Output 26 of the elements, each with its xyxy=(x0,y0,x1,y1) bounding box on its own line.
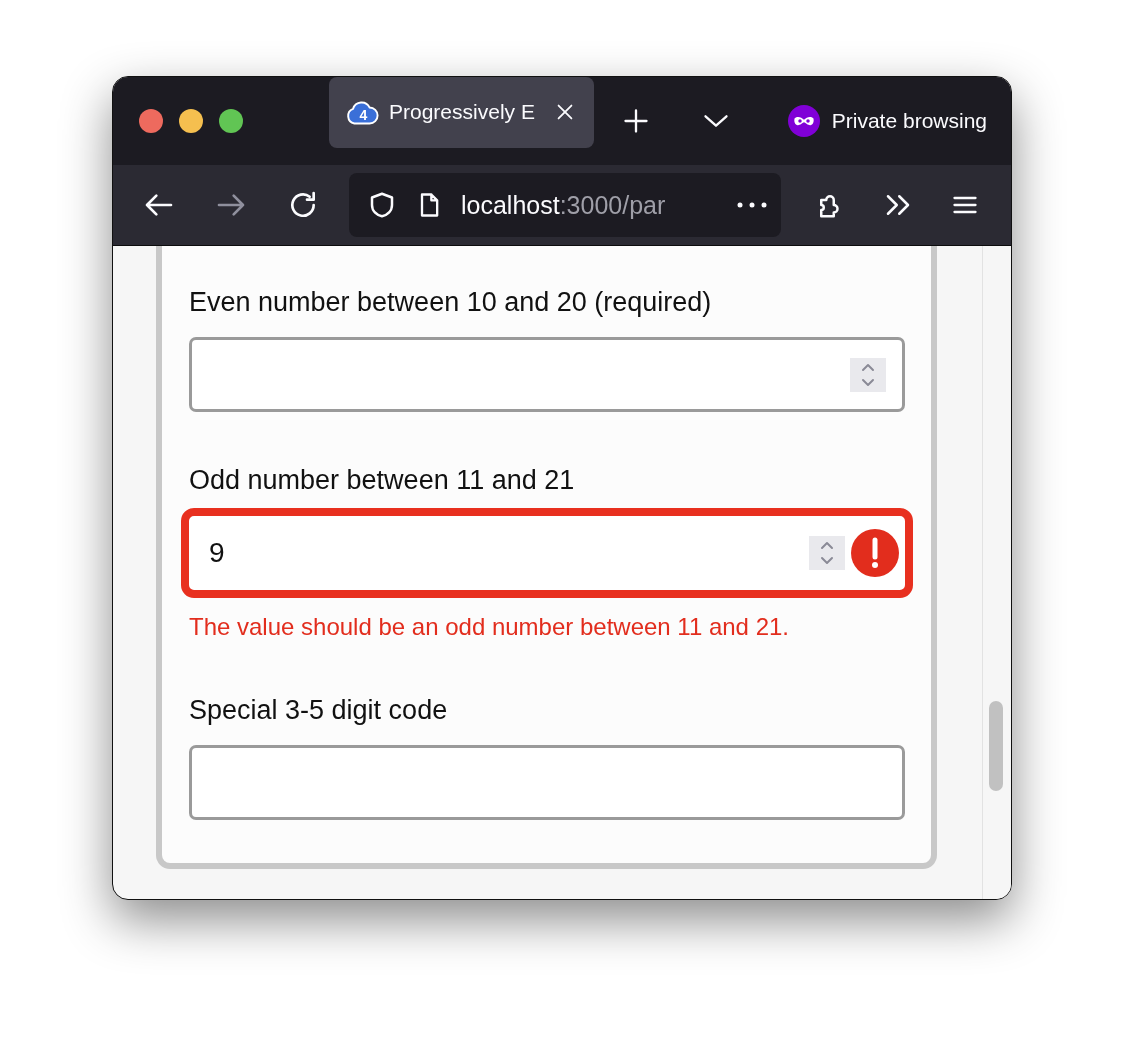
browser-tab[interactable]: 4 Progressively E xyxy=(329,77,594,148)
address-bar[interactable]: localhost:3000/par xyxy=(349,173,781,237)
zoom-window-button[interactable] xyxy=(219,109,243,133)
alert-icon xyxy=(851,529,899,577)
number-field[interactable]: 9 xyxy=(181,508,913,598)
field-label: Special 3-5 digit code xyxy=(189,694,449,726)
new-tab-button[interactable] xyxy=(622,107,650,135)
scrollbar-thumb[interactable] xyxy=(989,701,1003,791)
spinner-icon[interactable] xyxy=(850,357,886,392)
field-label: Odd number between 11 and 21 xyxy=(189,464,576,496)
page-actions-button[interactable] xyxy=(737,201,767,209)
more-dots-icon xyxy=(737,201,767,209)
number-field[interactable] xyxy=(189,337,905,412)
scrollbar[interactable] xyxy=(982,246,1011,899)
mask-icon xyxy=(787,105,820,137)
tab-title: Progressively E xyxy=(389,100,536,124)
input-field[interactable] xyxy=(189,745,905,820)
minimize-window-button[interactable] xyxy=(179,109,203,133)
url-text: localhost:3000/par xyxy=(461,190,667,220)
field-label: Even number between 10 and 20 (required) xyxy=(189,286,713,318)
private-browsing-label: Private browsing xyxy=(831,109,987,133)
error-message: The value should be an odd number between 11 and 21. xyxy=(189,612,790,642)
up-down-chevrons-icon xyxy=(819,540,835,566)
up-down-chevrons-icon xyxy=(860,361,876,388)
plus-icon xyxy=(622,107,650,135)
close-window-button[interactable] xyxy=(139,109,163,133)
